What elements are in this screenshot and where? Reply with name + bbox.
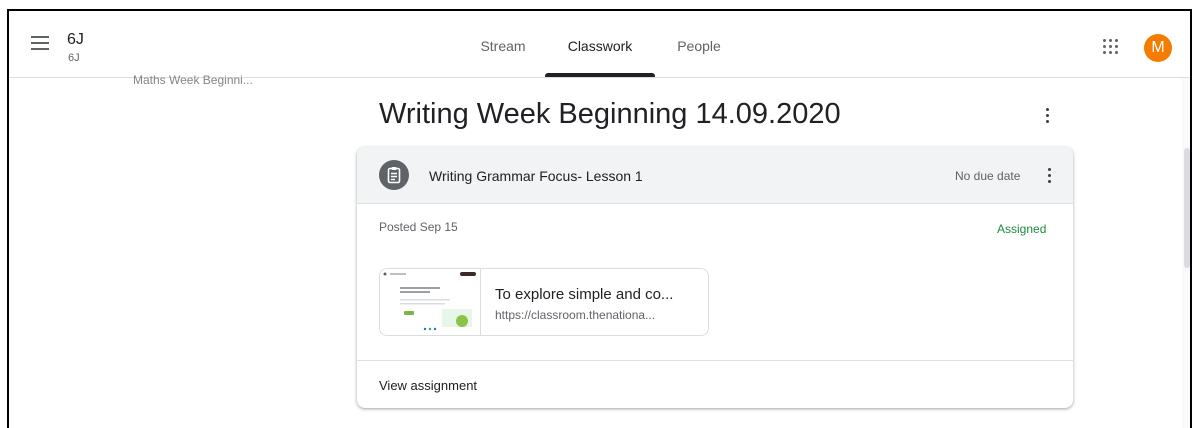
attachment-title: To explore simple and co... xyxy=(495,286,674,303)
card-footer: View assignment xyxy=(357,360,1073,408)
tab-bar: Stream Classwork People xyxy=(9,11,1190,77)
attachment-link[interactable]: To explore simple and co... https://clas… xyxy=(379,268,709,336)
active-tab-indicator xyxy=(545,73,655,77)
more-vert-icon[interactable] xyxy=(1041,165,1057,185)
attachment-thumbnail xyxy=(380,269,481,335)
view-assignment-link[interactable]: View assignment xyxy=(379,378,477,393)
assignment-icon xyxy=(379,160,409,190)
scrollbar[interactable] xyxy=(1182,78,1190,428)
tab-classwork[interactable]: Classwork xyxy=(545,11,655,77)
topic-title: Writing Week Beginning 14.09.2020 xyxy=(379,98,841,130)
due-date: No due date xyxy=(955,169,1021,183)
status-badge: Assigned xyxy=(997,222,1047,236)
assignment-title: Writing Grammar Focus- Lesson 1 xyxy=(429,168,643,184)
tab-people[interactable]: People xyxy=(666,11,732,77)
topic-nav-item[interactable]: Maths Week Beginni... xyxy=(133,73,253,87)
google-apps-icon[interactable] xyxy=(1103,39,1119,55)
app-window: 6J 6J Stream Classwork People M Maths We… xyxy=(7,9,1192,428)
more-vert-icon[interactable] xyxy=(1039,105,1055,125)
top-app-bar: 6J 6J Stream Classwork People M xyxy=(9,11,1190,78)
assignment-header[interactable]: Writing Grammar Focus- Lesson 1 No due d… xyxy=(357,147,1073,204)
assignment-card: Writing Grammar Focus- Lesson 1 No due d… xyxy=(357,147,1073,408)
tab-label: People xyxy=(677,38,721,54)
attachment-url: https://classroom.thenationa... xyxy=(495,308,656,322)
tab-label: Classwork xyxy=(567,38,633,54)
posted-date: Posted Sep 15 xyxy=(379,220,458,234)
avatar[interactable]: M xyxy=(1144,34,1172,62)
tab-stream[interactable]: Stream xyxy=(470,11,536,77)
tab-label: Stream xyxy=(480,38,526,54)
scrollbar-thumb[interactable] xyxy=(1184,148,1190,268)
